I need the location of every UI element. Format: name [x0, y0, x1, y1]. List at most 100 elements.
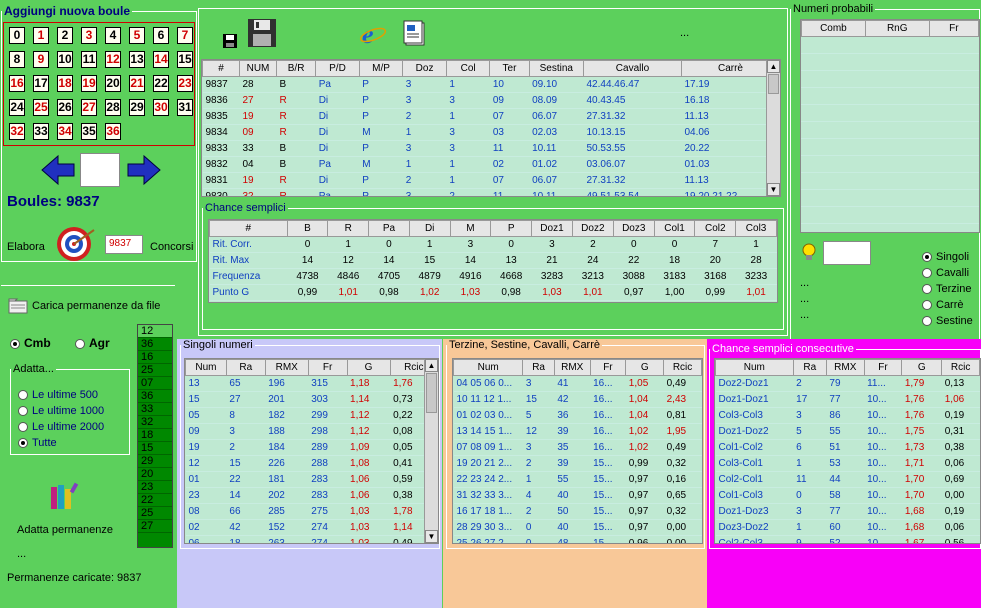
- board-number-7[interactable]: 7: [177, 27, 193, 44]
- boule-input[interactable]: [80, 153, 120, 187]
- column-header[interactable]: M: [449, 220, 492, 237]
- table-row[interactable]: 22 23 24 2... 1 55 15... 0,97 0,16: [453, 471, 702, 488]
- column-header[interactable]: Col2: [694, 220, 737, 237]
- table-row[interactable]: 9836 27 R Di P 3 3 09 08.09 40.43.45 16.18: [202, 92, 780, 109]
- column-header[interactable]: P: [490, 220, 533, 237]
- board-number-10[interactable]: 10: [57, 51, 73, 68]
- table-row[interactable]: Doz1-Doz3 3 77 10... 1,68 0,19: [715, 503, 980, 520]
- permanenza-item[interactable]: 36: [138, 338, 172, 351]
- table-row[interactable]: Rit. Max 14 12 14 15 14 13 21 24 22 18 20 28: [209, 252, 777, 269]
- table-row[interactable]: 16 17 18 1... 2 50 15... 0,97 0,32: [453, 503, 702, 520]
- concorsi-input[interactable]: 9837: [105, 235, 143, 254]
- adatta-option[interactable]: Le ultime 1000: [18, 405, 104, 417]
- column-header[interactable]: #: [202, 60, 240, 77]
- table-row[interactable]: 01 02 03 0... 5 36 16... 1,04 0,81: [453, 407, 702, 424]
- table-row[interactable]: 31 32 33 3... 4 40 15... 0,97 0,65: [453, 487, 702, 504]
- table-row[interactable]: 9834 09 R Di M 1 3 03 02.03 10.13.15 04.06: [202, 124, 780, 141]
- column-header[interactable]: M/P: [358, 60, 404, 77]
- lightbulb-button[interactable]: [800, 242, 818, 262]
- table-row[interactable]: 9837 28 B Pa P 3 1 10 09.10 42.44.46.47 17.19: [202, 76, 780, 93]
- permanenza-item[interactable]: 20: [138, 468, 172, 481]
- board-number-21[interactable]: 21: [129, 75, 145, 92]
- table-row[interactable]: 15 27 201 303 1,14 0,73: [185, 391, 438, 408]
- probabili-option[interactable]: Cavalli: [922, 267, 969, 279]
- column-header[interactable]: Num: [453, 359, 524, 376]
- column-header[interactable]: Col1: [653, 220, 696, 237]
- scroll-thumb[interactable]: [426, 373, 437, 413]
- permanenza-item[interactable]: 16: [138, 351, 172, 364]
- adatta-option[interactable]: Tutte: [18, 437, 57, 449]
- board-number-5[interactable]: 5: [129, 27, 145, 44]
- permanenza-item[interactable]: 12: [138, 325, 172, 338]
- column-header[interactable]: Fr: [863, 359, 903, 376]
- board-number-19[interactable]: 19: [81, 75, 97, 92]
- table-row[interactable]: Col3-Col1 1 53 10... 1,71 0,06: [715, 455, 980, 472]
- board-number-1[interactable]: 1: [33, 27, 49, 44]
- column-header[interactable]: Doz2: [571, 220, 614, 237]
- column-header[interactable]: Ra: [225, 359, 266, 376]
- column-header[interactable]: RMX: [825, 359, 865, 376]
- column-header[interactable]: Rcic: [663, 359, 702, 376]
- vertical-scrollbar[interactable]: ▲ ▼: [424, 359, 438, 543]
- column-header[interactable]: Ra: [522, 359, 555, 376]
- board-number-30[interactable]: 30: [153, 99, 169, 116]
- probabili-option[interactable]: Terzine: [922, 283, 971, 295]
- board-number-18[interactable]: 18: [57, 75, 73, 92]
- table-row[interactable]: Doz2-Doz1 2 79 11... 1,79 0,13: [715, 375, 980, 392]
- column-header[interactable]: Ra: [792, 359, 827, 376]
- terzine-grid[interactable]: Num Ra RMX Fr G Rcic 04 05 06 0... 3 41 16... 1,05…: [452, 358, 703, 544]
- table-row[interactable]: 9832 04 B Pa M 1 1 02 01.02 03.06.07 01.03: [202, 156, 780, 173]
- table-row[interactable]: 06 18 263 274 1,03 0,49: [185, 535, 438, 543]
- board-number-9[interactable]: 9: [33, 51, 49, 68]
- board-number-25[interactable]: 25: [33, 99, 49, 116]
- column-header[interactable]: G: [901, 359, 943, 376]
- save-as-button[interactable]: [245, 16, 279, 50]
- board-number-13[interactable]: 13: [129, 51, 145, 68]
- board-number-17[interactable]: 17: [33, 75, 49, 92]
- singoli-grid[interactable]: Num Ra RMX Fr G Rcic 13 65 196 315 1,18 1,76 15 27 201…: [184, 358, 439, 544]
- cmb-radio[interactable]: Cmb: [10, 336, 51, 350]
- permanenza-item[interactable]: 25: [138, 507, 172, 520]
- column-header[interactable]: P/D: [315, 60, 360, 77]
- elabora-button[interactable]: [52, 224, 100, 264]
- table-row[interactable]: 10 11 12 1... 15 42 16... 1,04 2,43: [453, 391, 702, 408]
- consec-grid[interactable]: Num Ra RMX Fr G Rcic Doz2-Doz1 2 79 11... 1,79 0,13…: [714, 358, 981, 544]
- table-row[interactable]: Punto G 0,99 1,01 0,98 1,02 1,03 0,98 1,03 1,01 0…: [209, 284, 777, 301]
- history-grid[interactable]: # NUM B/R P/D M/P Doz Col Ter Sestina Cavallo Carr…: [201, 59, 781, 197]
- column-header[interactable]: Cavallo: [582, 60, 682, 77]
- board-number-22[interactable]: 22: [153, 75, 169, 92]
- table-row[interactable]: 07 08 09 1... 3 35 16... 1,02 0,49: [453, 439, 702, 456]
- column-header[interactable]: Fr: [928, 20, 979, 37]
- probabili-input[interactable]: [823, 241, 871, 265]
- column-header[interactable]: Ter: [489, 60, 530, 77]
- table-row[interactable]: 01 22 181 283 1,06 0,59: [185, 471, 438, 488]
- table-row[interactable]: 23 14 202 283 1,06 0,38: [185, 487, 438, 504]
- next-arrow-button[interactable]: [126, 153, 162, 187]
- column-header[interactable]: RMX: [553, 359, 591, 376]
- chance-grid[interactable]: # B R Pa Di M P Doz1 Doz2 Doz3 Col1 Col2 Col3 Rit. Co…: [208, 219, 778, 303]
- prev-arrow-button[interactable]: [40, 153, 76, 187]
- board-number-16[interactable]: 16: [9, 75, 25, 92]
- table-row[interactable]: Col2-Col3 9 52 10... 1,67 0,56: [715, 535, 980, 543]
- permanenza-item[interactable]: 18: [138, 429, 172, 442]
- table-row[interactable]: 04 05 06 0... 3 41 16... 1,05 0,49: [453, 375, 702, 392]
- table-row[interactable]: Col3-Col3 3 86 10... 1,76 0,19: [715, 407, 980, 424]
- table-row[interactable]: 28 29 30 3... 0 40 15... 0,97 0,00: [453, 519, 702, 536]
- table-row[interactable]: 02 42 152 274 1,03 1,14: [185, 519, 438, 536]
- table-row[interactable]: 12 15 226 288 1,08 0,41: [185, 455, 438, 472]
- scroll-down-icon[interactable]: ▼: [767, 183, 780, 196]
- column-header[interactable]: Pa: [368, 220, 410, 237]
- board-number-27[interactable]: 27: [81, 99, 97, 116]
- board-number-33[interactable]: 33: [33, 123, 49, 140]
- board-number-14[interactable]: 14: [153, 51, 169, 68]
- probabili-option[interactable]: Sestine: [922, 315, 973, 327]
- permanenza-item[interactable]: 22: [138, 494, 172, 507]
- scroll-up-icon[interactable]: ▲: [767, 60, 780, 73]
- probabili-option[interactable]: Singoli: [922, 251, 969, 263]
- permanenza-item[interactable]: 36: [138, 390, 172, 403]
- board-number-24[interactable]: 24: [9, 99, 25, 116]
- scroll-up-icon[interactable]: ▲: [425, 359, 438, 372]
- table-row[interactable]: 25 26 27 2... 0 48 15... 0,96 0,00: [453, 535, 702, 543]
- board-number-32[interactable]: 32: [9, 123, 25, 140]
- table-row[interactable]: 9833 33 B Di P 3 3 11 10.11 50.53.55 20.22: [202, 140, 780, 157]
